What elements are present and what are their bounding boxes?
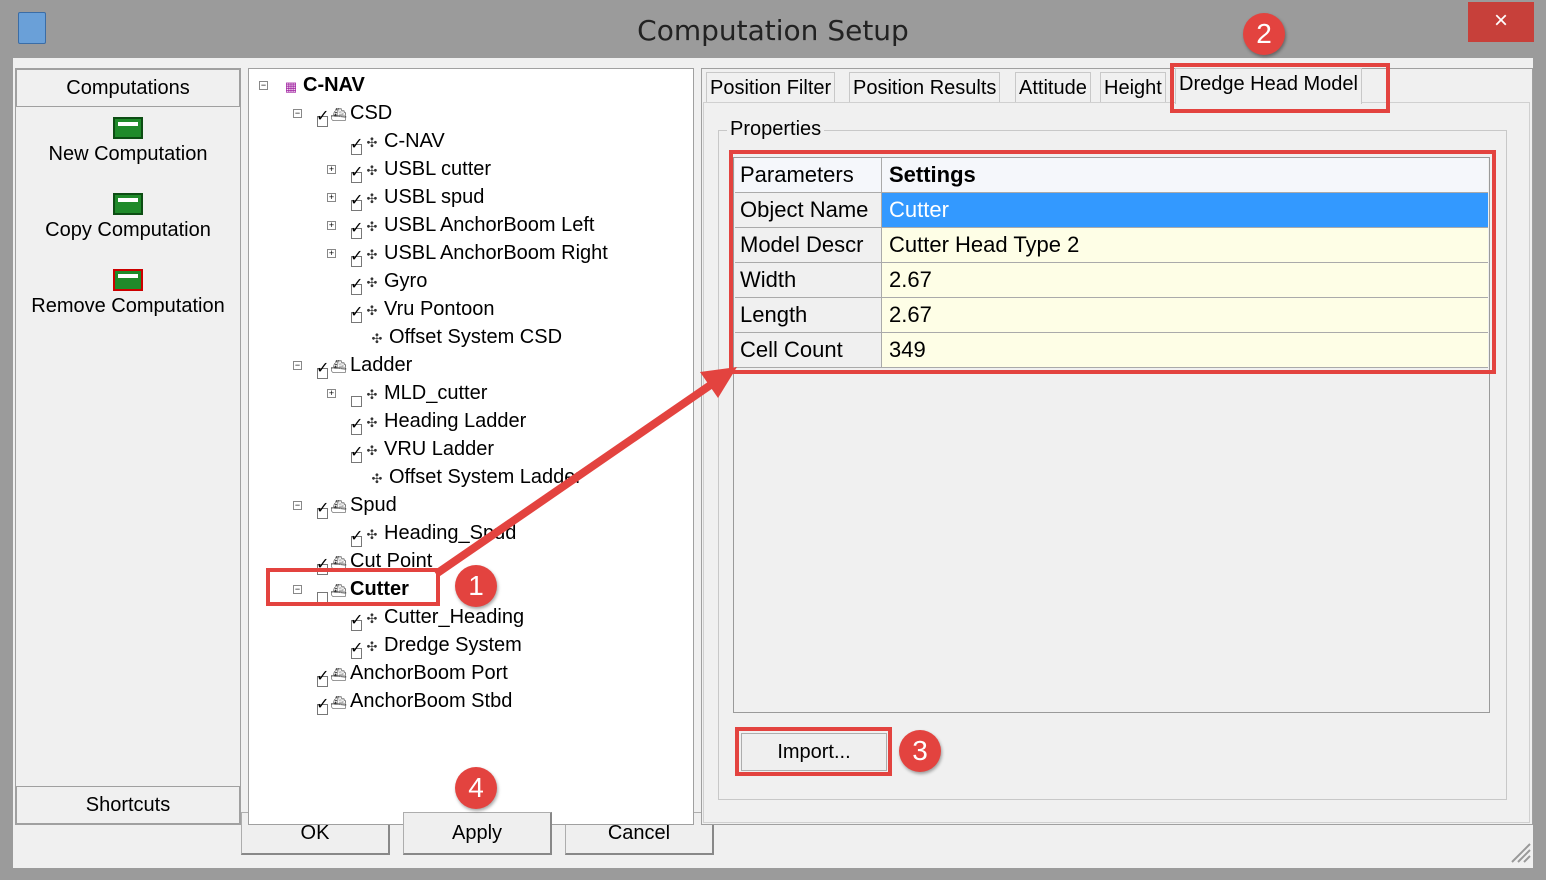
badge-4: 4 xyxy=(455,767,497,809)
highlight-cutter xyxy=(266,568,440,606)
tab-dredge-head-model[interactable]: Dredge Head Model xyxy=(1175,68,1362,104)
badge-2: 2 xyxy=(1243,13,1285,55)
highlight-import xyxy=(735,727,892,776)
highlight-grid xyxy=(729,150,1496,374)
badge-1: 1 xyxy=(455,565,497,607)
badge-3: 3 xyxy=(899,730,941,772)
